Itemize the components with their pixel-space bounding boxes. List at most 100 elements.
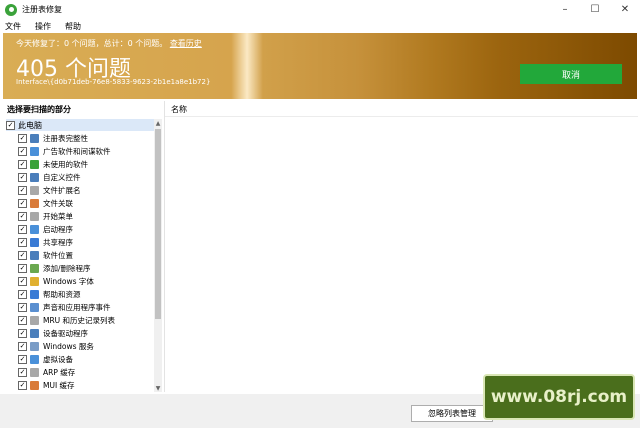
adware-icon (30, 147, 39, 156)
close-button[interactable]: ✕ (610, 0, 640, 19)
file-assoc-icon (30, 199, 39, 208)
section-label: 设备驱动程序 (43, 329, 88, 338)
tree-item[interactable]: ✓ MRU 和历史记录列表 (3, 314, 154, 327)
tree-item[interactable]: ✓ 声音和应用程序事件 (3, 301, 154, 314)
section-label: Windows 服务 (43, 342, 94, 351)
scroll-down-icon[interactable]: ▼ (154, 384, 162, 392)
tree-item[interactable]: ✓ Windows 服务 (3, 340, 154, 353)
shared-icon (30, 238, 39, 247)
panel-header: 选择要扫描的部分 (7, 105, 71, 114)
section-label: 开始菜单 (43, 212, 73, 221)
section-label: 启动程序 (43, 225, 73, 234)
section-label: 软件位置 (43, 251, 73, 260)
minimize-button[interactable]: – (550, 0, 580, 19)
section-label: ARP 缓存 (43, 368, 76, 377)
tree-item[interactable]: ✓ ARP 缓存 (3, 366, 154, 379)
scan-status-banner: 今天修复了：0 个问题，总计：0 个问题。 查看历史 405 个问题 Inter… (3, 33, 637, 99)
virtual-device-icon (30, 355, 39, 364)
menu-help[interactable]: 帮助 (65, 21, 81, 32)
tree-item[interactable]: ✓ 开始菜单 (3, 210, 154, 223)
tree-item[interactable]: ✓ MUI 缓存 (3, 379, 154, 392)
section-checkbox[interactable]: ✓ (18, 329, 27, 338)
tree-item[interactable]: ✓ 文件扩展名 (3, 184, 154, 197)
section-label: Windows 字体 (43, 277, 94, 286)
section-label: 未使用的软件 (43, 160, 88, 169)
tree-item[interactable]: ✓ 文件关联 (3, 197, 154, 210)
title-bar: 注册表修复 – ☐ ✕ (0, 0, 640, 19)
tree-root-this-pc[interactable]: ✓ 此电脑 (6, 119, 154, 131)
section-label: 帮助和资源 (43, 290, 81, 299)
section-checkbox[interactable]: ✓ (18, 303, 27, 312)
registry-icon (30, 134, 39, 143)
section-checkbox[interactable]: ✓ (18, 238, 27, 247)
fix-stats-text: 今天修复了：0 个问题，总计：0 个问题。 (16, 39, 168, 48)
tree-item[interactable]: ✓ Windows 字体 (3, 275, 154, 288)
scroll-thumb[interactable] (155, 129, 161, 319)
section-label: 广告软件和间谍软件 (43, 147, 111, 156)
column-header-name[interactable]: 名称 (171, 104, 187, 115)
tree-item[interactable]: ✓ 启动程序 (3, 223, 154, 236)
section-label: MRU 和历史记录列表 (43, 316, 116, 325)
menu-bar: 文件 操作 帮助 (0, 19, 640, 33)
fix-stats: 今天修复了：0 个问题，总计：0 个问题。 查看历史 (16, 38, 202, 49)
section-checkbox[interactable]: ✓ (18, 290, 27, 299)
section-checkbox[interactable]: ✓ (18, 225, 27, 234)
startup-icon (30, 225, 39, 234)
app-icon (5, 3, 17, 16)
add-remove-icon (30, 264, 39, 273)
section-label: 自定义控件 (43, 173, 81, 182)
scroll-up-icon[interactable]: ▲ (154, 119, 162, 127)
tree-item[interactable]: ✓ 共享程序 (3, 236, 154, 249)
tree-item[interactable]: ✓ 注册表完整性 (3, 132, 154, 145)
section-label: 声音和应用程序事件 (43, 303, 111, 312)
tree-item[interactable]: ✓ 设备驱动程序 (3, 327, 154, 340)
location-icon (30, 251, 39, 260)
section-checkbox[interactable]: ✓ (18, 381, 27, 390)
root-label: 此电脑 (18, 120, 42, 130)
section-label: 添加/删除程序 (43, 264, 91, 273)
current-scan-path: Interface\{d0b71deb-76e8-5833-9623-2b1e1… (16, 78, 211, 86)
root-checkbox[interactable]: ✓ (6, 120, 15, 130)
tree-item[interactable]: ✓ 软件位置 (3, 249, 154, 262)
arp-icon (30, 368, 39, 377)
section-checkbox[interactable]: ✓ (18, 212, 27, 221)
menu-file[interactable]: 文件 (5, 21, 21, 32)
header-divider (165, 116, 638, 117)
tree-scrollbar[interactable]: ▲ ▼ (154, 119, 162, 392)
section-checkbox[interactable]: ✓ (18, 134, 27, 143)
ignore-list-button[interactable]: 忽略列表管理 (411, 405, 493, 422)
section-checkbox[interactable]: ✓ (18, 342, 27, 351)
section-checkbox[interactable]: ✓ (18, 277, 27, 286)
tree-item[interactable]: ✓ 未使用的软件 (3, 158, 154, 171)
section-label: 注册表完整性 (43, 134, 88, 143)
history-icon (30, 316, 39, 325)
section-checkbox[interactable]: ✓ (18, 368, 27, 377)
section-checkbox[interactable]: ✓ (18, 186, 27, 195)
cancel-button[interactable]: 取消 (520, 64, 622, 84)
tree-item[interactable]: ✓ 广告软件和间谍软件 (3, 145, 154, 158)
tree-item[interactable]: ✓ 虚拟设备 (3, 353, 154, 366)
font-icon (30, 277, 39, 286)
section-label: 共享程序 (43, 238, 73, 247)
window-title: 注册表修复 (22, 5, 62, 14)
section-checkbox[interactable]: ✓ (18, 173, 27, 182)
section-label: 虚拟设备 (43, 355, 73, 364)
view-history-link[interactable]: 查看历史 (170, 39, 202, 48)
tree-item[interactable]: ✓ 添加/删除程序 (3, 262, 154, 275)
section-checkbox[interactable]: ✓ (18, 251, 27, 260)
tree-item[interactable]: ✓ 帮助和资源 (3, 288, 154, 301)
tree-item[interactable]: ✓ 自定义控件 (3, 171, 154, 184)
section-checkbox[interactable]: ✓ (18, 199, 27, 208)
maximize-button[interactable]: ☐ (580, 0, 610, 19)
section-checkbox[interactable]: ✓ (18, 355, 27, 364)
section-checkbox[interactable]: ✓ (18, 147, 27, 156)
section-checkbox[interactable]: ✓ (18, 316, 27, 325)
service-icon (30, 342, 39, 351)
section-checkbox[interactable]: ✓ (18, 264, 27, 273)
section-label: MUI 缓存 (43, 381, 75, 390)
help-icon (30, 290, 39, 299)
menu-action[interactable]: 操作 (35, 21, 51, 32)
section-checkbox[interactable]: ✓ (18, 160, 27, 169)
watermark-logo: www.08rj.com (483, 374, 635, 420)
watermark-text: www.08rj.com (490, 387, 628, 407)
